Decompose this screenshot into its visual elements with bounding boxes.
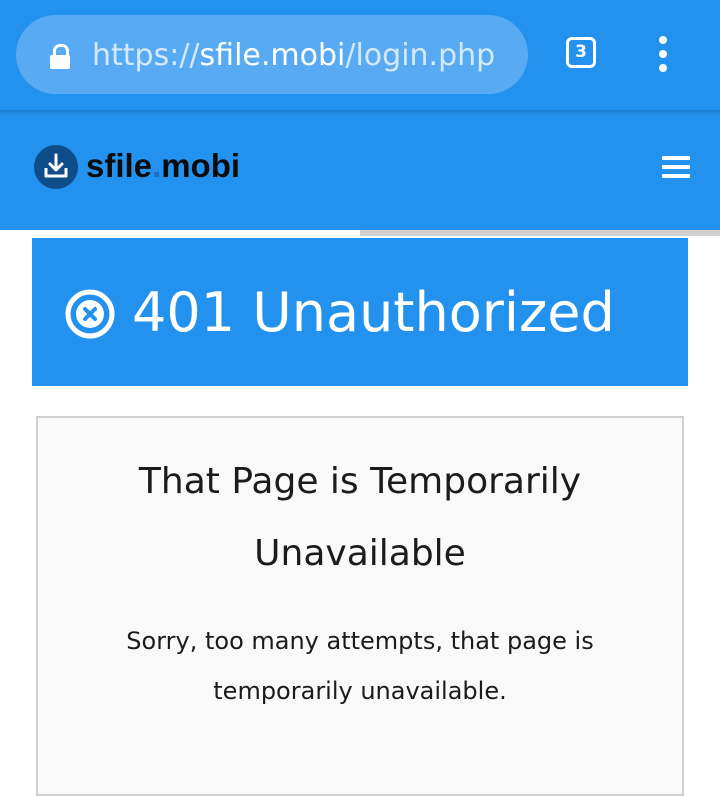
url-host: sfile.mobi xyxy=(199,38,346,73)
page-load-progress-bar xyxy=(0,230,720,236)
page-load-progress-fill xyxy=(0,230,360,236)
hamburger-menu-icon[interactable] xyxy=(662,156,690,178)
address-bar-url[interactable]: https://sfile.mobi/login.php xyxy=(92,36,495,76)
url-scheme: https:// xyxy=(92,38,200,73)
logo-tld: mobi xyxy=(161,147,241,184)
message-heading: That Page is Temporarily Unavailable xyxy=(138,461,582,574)
logo-name: sfile xyxy=(86,147,153,184)
logo-dot: . xyxy=(152,147,162,184)
message-body: Sorry, too many attempts, that page is t… xyxy=(126,627,594,705)
error-title: 401 Unauthorized xyxy=(132,281,615,344)
site-logo[interactable]: sfile.mobi xyxy=(86,146,240,186)
url-path: /login.php xyxy=(345,38,496,73)
close-circle-icon xyxy=(64,288,116,340)
lock-icon[interactable] xyxy=(49,44,71,69)
download-icon[interactable] xyxy=(34,145,78,189)
overflow-menu-icon[interactable] xyxy=(656,36,670,72)
tab-switcher-button[interactable]: 3 xyxy=(566,37,596,68)
